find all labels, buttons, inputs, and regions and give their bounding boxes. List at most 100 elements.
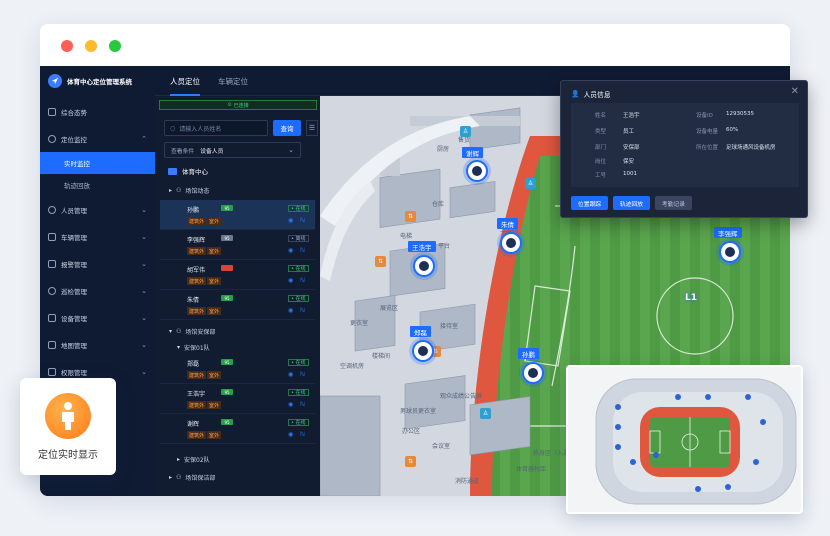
tree-group-label: 场馆保洁部 bbox=[185, 475, 216, 482]
track-icon[interactable]: ℕ bbox=[300, 307, 305, 314]
tree-group[interactable]: ▸ 安保02队 bbox=[177, 455, 210, 464]
maximize-window-dot[interactable] bbox=[109, 40, 121, 52]
person-marker[interactable] bbox=[719, 241, 741, 263]
team-icon: ⚇ bbox=[176, 328, 182, 335]
playback-button[interactable]: 轨迹回放 bbox=[613, 196, 650, 210]
close-window-dot[interactable] bbox=[61, 40, 73, 52]
tree-group[interactable]: ▾ 安保01队 bbox=[177, 343, 210, 352]
status-badge: • 在线 bbox=[288, 419, 309, 426]
user-icon bbox=[725, 247, 735, 257]
sidebar-item-people[interactable]: 人员管理 ⌄ bbox=[40, 196, 155, 223]
place-label: 接待室 bbox=[440, 323, 459, 330]
status-badge: • 在线 bbox=[288, 265, 309, 272]
field-label: 部门 bbox=[595, 145, 607, 151]
sidebar-item-devices[interactable]: 设备管理 ⌄ bbox=[40, 304, 155, 331]
location-tag: 建筑外 bbox=[187, 371, 207, 379]
sidebar-subitem-realtime[interactable]: 实时监控 bbox=[40, 152, 155, 174]
sidebar-item-label: 地图管理 bbox=[61, 341, 87, 350]
close-icon[interactable]: ✕ bbox=[791, 86, 799, 97]
place-label: 会议室 bbox=[432, 443, 451, 450]
field-label: 设备ID bbox=[696, 113, 713, 119]
track-icon[interactable]: ℕ bbox=[300, 277, 305, 284]
field-value: 60% bbox=[726, 127, 739, 133]
search-button[interactable]: 查询 bbox=[273, 120, 301, 136]
location-icon bbox=[48, 134, 56, 143]
tree-group-label: 场馆动态 bbox=[185, 188, 210, 195]
eye-icon[interactable]: ◉ bbox=[288, 217, 293, 224]
location-tag: 室外 bbox=[207, 401, 222, 409]
condition-label: 查看条件 bbox=[171, 148, 195, 155]
search-input[interactable]: ○ 请输入人员姓名 bbox=[164, 120, 268, 136]
field-value: 12930535 bbox=[726, 111, 754, 117]
caret-right-icon: ▸ bbox=[169, 187, 173, 194]
field-label: 姓名 bbox=[595, 113, 607, 119]
mini-map[interactable] bbox=[566, 365, 803, 514]
folder-icon bbox=[168, 167, 177, 175]
attendance-button[interactable]: 考勤记录 bbox=[655, 196, 692, 210]
sidebar-item-maps[interactable]: 地图管理 ⌄ bbox=[40, 331, 155, 358]
person-marker[interactable] bbox=[413, 255, 435, 277]
sidebar-item-overview[interactable]: 综合态势 bbox=[40, 98, 155, 125]
eye-icon[interactable]: ◉ bbox=[288, 277, 293, 284]
list-item[interactable]: 胡军伟 • 在线 建筑外 室外 ◉ ℕ bbox=[160, 260, 315, 290]
badge-text: 定位实时显示 bbox=[38, 450, 98, 461]
sidebar-item-location-monitor[interactable]: 定位监控 ⌃ bbox=[40, 125, 155, 152]
tree-group[interactable]: ▸ ⚇ 场馆动态 bbox=[169, 186, 209, 195]
sidebar-item-patrol[interactable]: 巡检管理 ⌄ bbox=[40, 277, 155, 304]
list-item[interactable]: 朱倩 95 • 在线 建筑外 室外 ◉ ℕ bbox=[160, 290, 315, 320]
person-marker[interactable] bbox=[500, 232, 522, 254]
track-icon[interactable]: ℕ bbox=[300, 401, 305, 408]
chevron-down-icon: ⌄ bbox=[141, 340, 147, 349]
sidebar-subitem-playback[interactable]: 轨迹回放 bbox=[40, 174, 155, 196]
realtime-location-badge: 定位实时显示 bbox=[20, 378, 116, 475]
track-icon[interactable]: ℕ bbox=[300, 247, 305, 254]
tab-people-location[interactable]: 人员定位 bbox=[170, 76, 200, 96]
eye-icon[interactable]: ◉ bbox=[288, 247, 293, 254]
sidebar-item-vehicles[interactable]: 车辆管理 ⌄ bbox=[40, 223, 155, 250]
map-icon bbox=[48, 340, 56, 349]
tree-group[interactable]: ▸ ⚇ 场馆保洁部 bbox=[169, 473, 215, 482]
list-item[interactable]: 李强辉 95 • 离线 建筑外 室外 ◉ ℕ bbox=[160, 230, 315, 260]
window-titlebar bbox=[40, 24, 790, 66]
person-marker-label: 孙鹏 bbox=[518, 348, 539, 359]
list-item[interactable]: 郑磊 95 • 在线 建筑外 室外 ◉ ℕ bbox=[160, 354, 315, 384]
eye-icon[interactable]: ◉ bbox=[288, 431, 293, 438]
tree-root-label: 体育中心 bbox=[182, 168, 208, 176]
connection-status: ⊙ 已连接 bbox=[159, 100, 317, 110]
status-badge: • 离线 bbox=[288, 235, 309, 242]
tree-group[interactable]: ▾ ⚇ 场馆安保部 bbox=[169, 327, 215, 336]
track-icon[interactable]: ℕ bbox=[300, 371, 305, 378]
sidebar-item-alarms[interactable]: 报警管理 ⌄ bbox=[40, 250, 155, 277]
eye-icon[interactable]: ◉ bbox=[288, 307, 293, 314]
tree-root[interactable]: 体育中心 bbox=[168, 166, 208, 176]
person-name: 李强辉 bbox=[187, 237, 206, 244]
user-icon bbox=[418, 346, 428, 356]
tab-vehicle-location[interactable]: 车辆定位 bbox=[218, 76, 248, 87]
user-icon: 👤 bbox=[571, 90, 580, 98]
list-filter-icon[interactable]: ☰ bbox=[306, 120, 318, 136]
info-card-title-text: 人员信息 bbox=[583, 91, 611, 99]
place-label: 办公区 bbox=[402, 428, 421, 435]
condition-select[interactable]: 查看条件 设备人员 ⌄ bbox=[164, 142, 301, 158]
track-icon[interactable]: ℕ bbox=[300, 431, 305, 438]
person-marker[interactable] bbox=[412, 340, 434, 362]
condition-value: 设备人员 bbox=[200, 148, 224, 155]
track-icon[interactable]: ℕ bbox=[300, 217, 305, 224]
field-value: 保安 bbox=[623, 159, 635, 165]
sidebar-item-label: 巡检管理 bbox=[61, 287, 87, 296]
person-marker-label: 谢辉 bbox=[462, 147, 483, 158]
track-location-button[interactable]: 位置跟踪 bbox=[571, 196, 608, 210]
restroom-icon: ♙ bbox=[525, 178, 536, 189]
person-marker[interactable] bbox=[466, 160, 488, 182]
sidebar-item-label: 权限管理 bbox=[61, 368, 87, 377]
eye-icon[interactable]: ◉ bbox=[288, 401, 293, 408]
sidebar-item-label: 综合态势 bbox=[61, 108, 87, 117]
list-item[interactable]: 谢辉 95 • 在线 建筑外 室外 ◉ ℕ bbox=[160, 414, 315, 444]
location-tag: 建筑外 bbox=[187, 277, 207, 285]
eye-icon[interactable]: ◉ bbox=[288, 371, 293, 378]
location-tag: 建筑外 bbox=[187, 307, 207, 315]
minimize-window-dot[interactable] bbox=[85, 40, 97, 52]
list-item[interactable]: 孙鹏 95 • 在线 建筑外 室外 ◉ ℕ bbox=[160, 200, 315, 230]
person-marker[interactable] bbox=[522, 362, 544, 384]
list-item[interactable]: 王浩宇 95 • 在线 建筑外 室外 ◉ ℕ bbox=[160, 384, 315, 414]
